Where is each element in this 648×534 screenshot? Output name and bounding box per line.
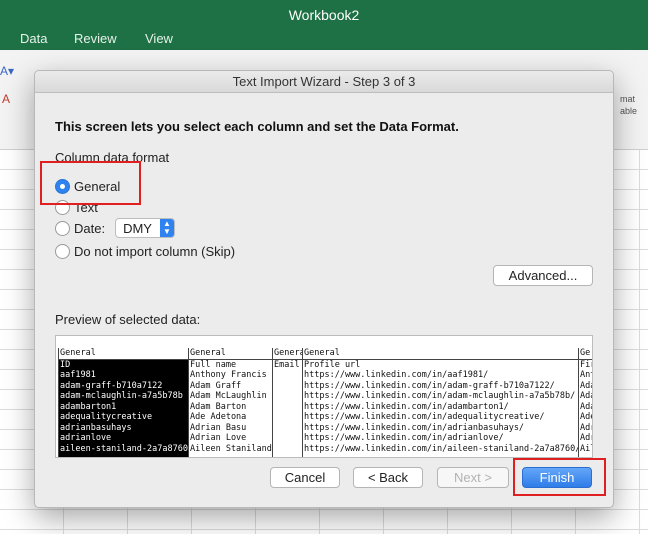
preview-cell bbox=[273, 370, 302, 381]
preview-cell: Adam McLaughlin bbox=[190, 391, 267, 401]
preview-cell: Ada bbox=[580, 380, 592, 391]
preview-cell: Adr bbox=[580, 433, 592, 443]
preview-cell: Ada bbox=[580, 391, 592, 401]
preview-column[interactable]: General Profile url https://www.linkedin.c… bbox=[302, 348, 578, 457]
preview-column-header: General bbox=[303, 348, 578, 360]
preview-cell: adam-mclaughlin-a7a5b78b bbox=[60, 391, 183, 401]
preview-label: Preview of selected data: bbox=[55, 312, 201, 327]
preview-cell: Aileen Staniland bbox=[190, 443, 272, 454]
cancel-button[interactable]: Cancel bbox=[270, 467, 340, 488]
format-as-table-label: mat bbox=[620, 94, 636, 104]
radio-date-button[interactable] bbox=[55, 220, 70, 236]
preview-column[interactable]: General ID aaf1981 adam-graff-b710a7122 adam… bbox=[58, 348, 188, 457]
preview-cell bbox=[273, 412, 302, 423]
preview-cell bbox=[273, 433, 302, 444]
tab-data[interactable]: Data bbox=[20, 30, 47, 48]
preview-cell: adrianbasuhays bbox=[60, 422, 132, 433]
preview-cell: https://www.linkedin.com/in/adam-graff-b… bbox=[304, 380, 555, 391]
preview-cell: ID bbox=[60, 359, 71, 370]
data-preview-table[interactable]: General ID aaf1981 adam-graff-b710a7122 adam… bbox=[55, 335, 593, 458]
preview-cell: Ade Adetona bbox=[190, 412, 247, 422]
preview-cell: Fir bbox=[580, 359, 592, 370]
radio-date[interactable]: Date: DMY ▲ ▼ bbox=[55, 218, 175, 238]
preview-cell: Adam Graff bbox=[190, 380, 242, 391]
radio-skip-label: Do not import column (Skip) bbox=[74, 243, 236, 259]
preview-column-header: Ge bbox=[579, 348, 592, 360]
preview-cell: Ant bbox=[580, 370, 592, 380]
highlight-finish-button bbox=[513, 458, 606, 496]
date-format-value: DMY bbox=[123, 220, 152, 236]
preview-cell bbox=[273, 381, 302, 392]
window-title: Workbook2 bbox=[0, 0, 648, 30]
dialog-title: Text Import Wizard - Step 3 of 3 bbox=[35, 71, 613, 93]
preview-cell: Adam Barton bbox=[190, 401, 247, 412]
font-color-icon[interactable]: A▾ bbox=[0, 64, 14, 78]
text-import-wizard-dialog: Text Import Wizard - Step 3 of 3 This sc… bbox=[34, 70, 614, 508]
radio-skip[interactable]: Do not import column (Skip) bbox=[55, 242, 235, 260]
radio-skip-button[interactable] bbox=[55, 243, 70, 259]
preview-cell: Anthony Francis bbox=[190, 370, 267, 380]
preview-cell: Ade bbox=[580, 412, 592, 422]
chevron-updown-icon: ▲ ▼ bbox=[159, 219, 174, 237]
preview-cell: Ada bbox=[580, 401, 592, 412]
next-button[interactable]: Next > bbox=[437, 467, 509, 488]
radio-date-label: Date: bbox=[74, 220, 106, 236]
advanced-button[interactable]: Advanced... bbox=[493, 265, 593, 286]
preview-cell: aaf1981 bbox=[60, 370, 96, 380]
preview-cell: adrianlove bbox=[60, 433, 112, 443]
preview-cell: https://www.linkedin.com/in/adam-mclaugh… bbox=[304, 391, 576, 401]
format-as-table-label-2: able bbox=[620, 106, 638, 116]
preview-cell: aileen-staniland-2a7a8760 bbox=[60, 443, 188, 454]
preview-cell: adequalitycreative bbox=[60, 412, 153, 422]
preview-column[interactable]: Genera Email bbox=[272, 348, 302, 457]
dialog-intro-text: This screen lets you select each column … bbox=[55, 119, 459, 134]
preview-cell: Email bbox=[274, 359, 300, 370]
preview-cell: Ail bbox=[580, 443, 592, 454]
preview-column[interactable]: General Full name Anthony Francis Adam Graf… bbox=[188, 348, 272, 457]
highlight-general-option bbox=[40, 161, 141, 205]
preview-cell bbox=[273, 444, 302, 455]
preview-cell bbox=[273, 391, 302, 402]
preview-cell bbox=[273, 423, 302, 434]
highlight-color-icon[interactable]: A bbox=[2, 92, 10, 106]
preview-column-header: General bbox=[189, 348, 272, 360]
preview-cell bbox=[273, 402, 302, 413]
preview-cell: https://www.linkedin.com/in/adrianbasuha… bbox=[304, 422, 525, 433]
preview-column-header: General bbox=[59, 348, 188, 360]
preview-cell: Full name bbox=[190, 359, 237, 370]
preview-cell: https://www.linkedin.com/in/aileen-stani… bbox=[304, 443, 578, 454]
preview-cell: adambarton1 bbox=[60, 401, 117, 412]
preview-cell: Adr bbox=[580, 422, 592, 433]
preview-cell: Adrian Basu bbox=[190, 422, 247, 433]
preview-cell: https://www.linkedin.com/in/adequalitycr… bbox=[304, 412, 545, 422]
ribbon-tabs: Data Review View bbox=[0, 30, 648, 50]
preview-cell: https://www.linkedin.com/in/adrianlove/ bbox=[304, 433, 504, 443]
back-button[interactable]: < Back bbox=[353, 467, 423, 488]
preview-cell: https://www.linkedin.com/in/aaf1981/ bbox=[304, 370, 489, 380]
preview-cell: Profile url bbox=[304, 359, 361, 370]
preview-column-header: Genera bbox=[273, 348, 302, 360]
preview-cell: https://www.linkedin.com/in/adambarton1/ bbox=[304, 401, 509, 412]
preview-cell: adam-graff-b710a7122 bbox=[60, 380, 163, 391]
date-format-select[interactable]: DMY ▲ ▼ bbox=[115, 218, 175, 238]
preview-cell: Adrian Love bbox=[190, 433, 247, 443]
tab-review[interactable]: Review bbox=[74, 30, 117, 48]
preview-column[interactable]: GeFirAntAdaAdaAdaAdeAdrAdrAil bbox=[578, 348, 592, 457]
tab-view[interactable]: View bbox=[145, 30, 173, 48]
